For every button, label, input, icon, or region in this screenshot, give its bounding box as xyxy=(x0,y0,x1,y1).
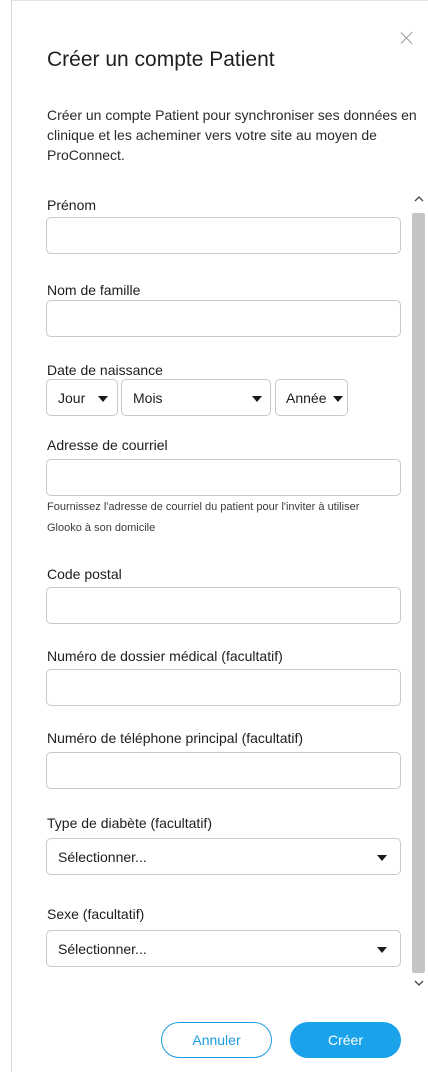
sex-value: Sélectionner... xyxy=(58,941,147,957)
caret-down-icon xyxy=(98,396,108,402)
caret-down-icon xyxy=(377,947,387,953)
scroll-up-icon[interactable] xyxy=(410,193,428,209)
phone-input[interactable] xyxy=(46,752,401,789)
first-name-label: Prénom xyxy=(47,197,97,213)
dialog-title: Créer un compte Patient xyxy=(47,48,275,71)
postal-code-input[interactable] xyxy=(46,587,401,624)
birth-year-select[interactable]: Année xyxy=(275,379,348,416)
dialog-intro: Créer un compte Patient pour synchronise… xyxy=(47,107,417,163)
email-label: Adresse de courriel xyxy=(47,437,168,453)
last-name-input[interactable] xyxy=(46,300,401,337)
diabetes-type-select[interactable]: Sélectionner... xyxy=(46,838,401,875)
close-icon[interactable] xyxy=(400,31,414,45)
birth-day-value: Jour xyxy=(58,390,86,406)
diabetes-type-label: Type de diabète (facultatif) xyxy=(47,815,212,831)
birth-date-label: Date de naissance xyxy=(47,362,163,378)
sex-select[interactable]: Sélectionner... xyxy=(46,930,401,967)
create-button[interactable]: Créer xyxy=(290,1022,401,1058)
phone-label: Numéro de téléphone principal (facultati… xyxy=(47,730,304,746)
sex-label: Sexe (facultatif) xyxy=(47,906,145,922)
medical-record-label: Numéro de dossier médical (facultatif) xyxy=(47,648,283,664)
cancel-button[interactable]: Annuler xyxy=(161,1022,272,1058)
form-scrollbar[interactable] xyxy=(410,193,428,993)
first-name-input[interactable] xyxy=(46,217,401,254)
birth-month-value: Mois xyxy=(133,390,163,406)
caret-down-icon xyxy=(377,855,387,861)
diabetes-type-value: Sélectionner... xyxy=(58,849,147,865)
last-name-label: Nom de famille xyxy=(47,282,141,298)
medical-record-input[interactable] xyxy=(46,669,401,706)
birth-year-value: Année xyxy=(286,390,327,406)
caret-down-icon xyxy=(333,396,343,402)
postal-code-label: Code postal xyxy=(47,566,122,582)
email-help-text: Fournissez l'adresse de courriel du pati… xyxy=(47,501,360,534)
scrollbar-thumb[interactable] xyxy=(412,213,425,973)
caret-down-icon xyxy=(252,396,262,402)
email-input[interactable] xyxy=(46,459,401,496)
birth-day-select[interactable]: Jour xyxy=(46,379,118,416)
scroll-down-icon[interactable] xyxy=(410,977,428,993)
birth-month-select[interactable]: Mois xyxy=(121,379,271,416)
